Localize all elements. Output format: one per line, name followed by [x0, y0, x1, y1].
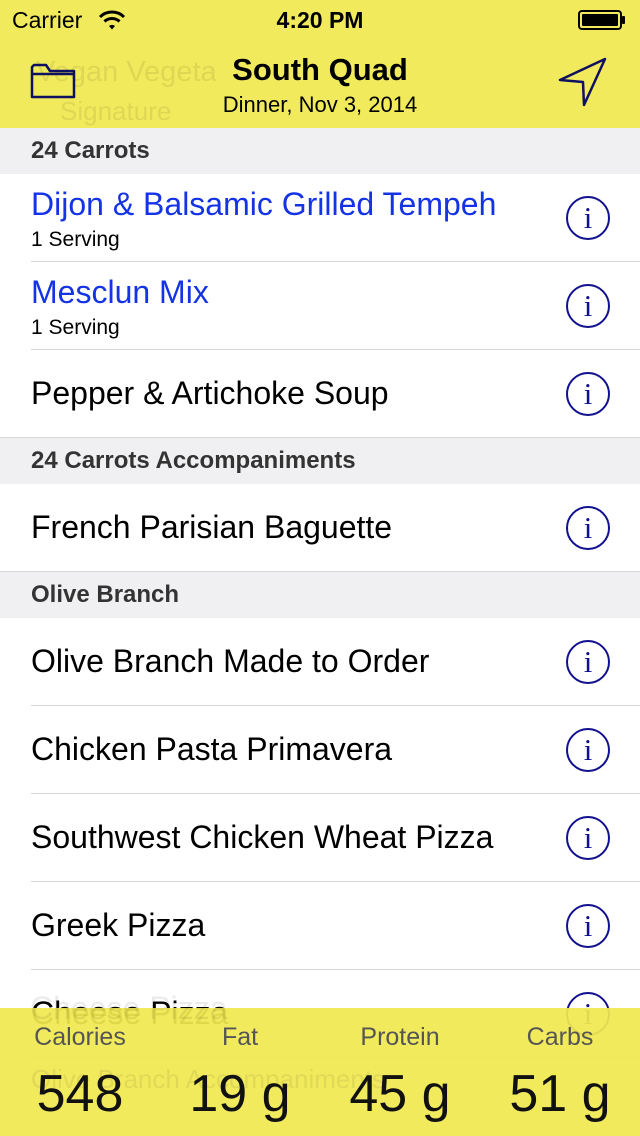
row-divider	[0, 437, 640, 438]
menu-item-row[interactable]: Dijon & Balsamic Grilled Tempeh 1 Servin…	[0, 174, 640, 262]
menu-item-title: Chicken Pasta Primavera	[31, 731, 393, 767]
section-header-24-carrots: 24 Carrots	[0, 128, 640, 174]
stat-value: 19 g	[189, 1065, 291, 1123]
info-icon[interactable]: i	[566, 904, 610, 948]
stat-label: Fat	[221, 1023, 259, 1051]
status-time: 4:20 PM	[276, 7, 364, 33]
menu-item-row[interactable]: French Parisian Baguette i	[0, 484, 640, 572]
menu-item-title: Olive Branch Made to Order	[31, 643, 430, 679]
menu-item-title: Mesclun Mix	[31, 274, 209, 310]
info-icon[interactable]: i	[566, 372, 610, 416]
page-title: South Quad	[232, 52, 408, 87]
menu-item-row[interactable]: Chicken Pasta Primavera i	[0, 706, 640, 794]
menu-item-row[interactable]: Southwest Chicken Wheat Pizza i	[0, 794, 640, 882]
stat-value: 51 g	[509, 1065, 611, 1123]
menu-item-serving: 1 Serving	[31, 316, 120, 339]
stat-value: 548	[36, 1065, 124, 1123]
info-icon[interactable]: i	[566, 196, 610, 240]
menu-list[interactable]: 24 Carrots Dijon & Balsamic Grilled Temp…	[0, 128, 640, 1058]
app-screen: 24 Carrots Dijon & Balsamic Grilled Temp…	[0, 0, 640, 1136]
info-icon[interactable]: i	[566, 816, 610, 860]
menu-item-serving: 1 Serving	[31, 228, 120, 251]
info-icon[interactable]: i	[566, 284, 610, 328]
menu-item-title: Dijon & Balsamic Grilled Tempeh	[31, 186, 497, 222]
stat-carbs: Carbs 51 g	[480, 1008, 640, 1136]
section-header-24-carrots-accompaniments: 24 Carrots Accompaniments	[0, 438, 640, 484]
info-icon[interactable]: i	[566, 728, 610, 772]
nutrition-summary-bar: Cheese Pizza Olive Branch Accompaniments…	[0, 990, 640, 1136]
stat-label: Calories	[34, 1023, 126, 1051]
menu-item-title: Southwest Chicken Wheat Pizza	[31, 819, 494, 855]
stat-label: Carbs	[526, 1023, 594, 1051]
info-icon[interactable]: i	[566, 640, 610, 684]
menu-item-row[interactable]: Olive Branch Made to Order i	[0, 618, 640, 706]
page-subtitle: Dinner, Nov 3, 2014	[222, 92, 418, 117]
menu-item-row[interactable]: Pepper & Artichoke Soup i	[0, 350, 640, 438]
battery-icon	[578, 10, 625, 30]
menu-item-title: Greek Pizza	[31, 907, 206, 943]
stat-calories: Calories 548	[0, 1008, 160, 1136]
stat-value: 45 g	[349, 1065, 451, 1123]
location-arrow-icon[interactable]	[556, 56, 608, 108]
stat-fat: Fat 19 g	[160, 1008, 320, 1136]
menu-item-row[interactable]: Greek Pizza i	[0, 882, 640, 970]
menu-item-row[interactable]: Mesclun Mix 1 Serving i	[0, 262, 640, 350]
menu-item-title: Pepper & Artichoke Soup	[31, 375, 389, 411]
navigation-bar: Vegan Vegeta Signature Carrier 4:20 PM S…	[0, 0, 640, 128]
status-bar: Carrier 4:20 PM	[0, 0, 640, 40]
row-divider	[0, 571, 640, 572]
info-icon[interactable]: i	[566, 506, 610, 550]
stat-label: Protein	[360, 1023, 440, 1051]
menu-item-title: French Parisian Baguette	[31, 509, 393, 545]
section-header-olive-branch: Olive Branch	[0, 572, 640, 618]
stat-protein: Protein 45 g	[320, 1008, 480, 1136]
